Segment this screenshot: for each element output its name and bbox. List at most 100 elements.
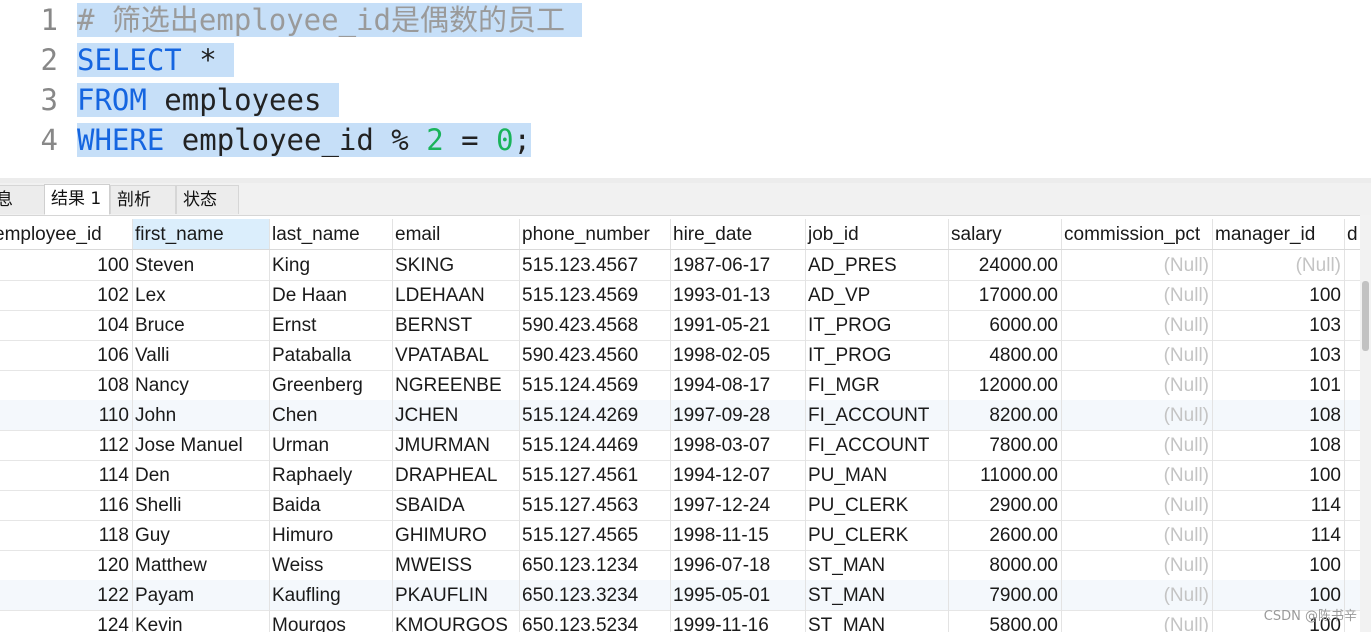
- result-grid[interactable]: employee_id first_name last_name email phone…: [0, 219, 1360, 632]
- table-cell-email[interactable]: MWEISS: [393, 550, 520, 580]
- table-cell-employee-id[interactable]: 124: [0, 610, 133, 632]
- table-row[interactable]: 104 Bruce Ernst BERNST 590.423.4568 1991-05-2…: [0, 310, 1360, 341]
- table-row[interactable]: 116 Shelli Baida SBAIDA 515.127.4563 1997-12-…: [0, 490, 1360, 521]
- table-cell-d[interactable]: [1345, 400, 1360, 430]
- table-cell-employee-id[interactable]: 110: [0, 400, 133, 430]
- table-cell-manager-id[interactable]: 108: [1213, 400, 1345, 430]
- table-cell-phone-number[interactable]: 515.124.4469: [520, 430, 671, 460]
- table-cell-phone-number[interactable]: 650.123.1234: [520, 550, 671, 580]
- table-row[interactable]: 122 Payam Kaufling PKAUFLIN 650.123.3234 1995…: [0, 580, 1360, 611]
- table-cell-last-name[interactable]: King: [270, 250, 393, 280]
- table-cell-last-name[interactable]: Urman: [270, 430, 393, 460]
- table-cell-job-id[interactable]: AD_PRES: [806, 250, 949, 280]
- table-row[interactable]: 102 Lex De Haan LDEHAAN 515.123.4569 1993-01-…: [0, 280, 1360, 311]
- table-cell-employee-id[interactable]: 102: [0, 280, 133, 310]
- column-header-employee-id[interactable]: employee_id: [0, 219, 133, 249]
- table-cell-job-id[interactable]: IT_PROG: [806, 340, 949, 370]
- table-cell-commission-pct[interactable]: (Null): [1062, 580, 1213, 610]
- table-cell-job-id[interactable]: FI_MGR: [806, 370, 949, 400]
- table-cell-employee-id[interactable]: 120: [0, 550, 133, 580]
- table-cell-email[interactable]: DRAPHEAL: [393, 460, 520, 490]
- table-cell-phone-number[interactable]: 590.423.4568: [520, 310, 671, 340]
- table-cell-commission-pct[interactable]: (Null): [1062, 400, 1213, 430]
- column-header-commission-pct[interactable]: commission_pct: [1062, 219, 1213, 249]
- table-cell-job-id[interactable]: ST_MAN: [806, 580, 949, 610]
- table-cell-manager-id[interactable]: 103: [1213, 340, 1345, 370]
- table-cell-d[interactable]: [1345, 340, 1360, 370]
- code-text[interactable]: WHERE employee_id % 2 = 0;: [77, 120, 532, 160]
- table-cell-job-id[interactable]: PU_CLERK: [806, 490, 949, 520]
- tab-status[interactable]: 状态: [176, 185, 239, 214]
- table-cell-manager-id[interactable]: 114: [1213, 490, 1345, 520]
- code-text[interactable]: SELECT *: [77, 40, 235, 80]
- table-row[interactable]: 114 Den Raphaely DRAPHEAL 515.127.4561 1994-1…: [0, 460, 1360, 491]
- table-cell-salary[interactable]: 2600.00: [949, 520, 1062, 550]
- table-cell-d[interactable]: [1345, 370, 1360, 400]
- table-cell-job-id[interactable]: IT_PROG: [806, 310, 949, 340]
- table-cell-last-name[interactable]: Ernst: [270, 310, 393, 340]
- column-header-email[interactable]: email: [393, 219, 520, 249]
- column-header-salary[interactable]: salary: [949, 219, 1062, 249]
- table-cell-employee-id[interactable]: 100: [0, 250, 133, 280]
- code-line[interactable]: 3 FROM employees: [0, 80, 1371, 120]
- table-cell-manager-id[interactable]: 100: [1213, 460, 1345, 490]
- table-cell-email[interactable]: BERNST: [393, 310, 520, 340]
- tab-result-1[interactable]: 结果 1: [44, 184, 110, 215]
- table-cell-email[interactable]: JCHEN: [393, 400, 520, 430]
- table-cell-first-name[interactable]: John: [133, 400, 270, 430]
- table-cell-employee-id[interactable]: 108: [0, 370, 133, 400]
- column-header-phone-number[interactable]: phone_number: [520, 219, 671, 249]
- table-cell-last-name[interactable]: Pataballa: [270, 340, 393, 370]
- scrollbar-thumb[interactable]: [1362, 281, 1369, 351]
- table-cell-hire-date[interactable]: 1995-05-01: [671, 580, 806, 610]
- table-cell-employee-id[interactable]: 118: [0, 520, 133, 550]
- table-cell-commission-pct[interactable]: (Null): [1062, 340, 1213, 370]
- table-cell-phone-number[interactable]: 515.124.4569: [520, 370, 671, 400]
- table-cell-last-name[interactable]: Greenberg: [270, 370, 393, 400]
- table-cell-manager-id[interactable]: 100: [1213, 550, 1345, 580]
- table-cell-email[interactable]: GHIMURO: [393, 520, 520, 550]
- table-cell-first-name[interactable]: Den: [133, 460, 270, 490]
- table-cell-salary[interactable]: 8000.00: [949, 550, 1062, 580]
- table-cell-hire-date[interactable]: 1999-11-16: [671, 610, 806, 632]
- table-cell-first-name[interactable]: Matthew: [133, 550, 270, 580]
- table-cell-salary[interactable]: 24000.00: [949, 250, 1062, 280]
- table-cell-hire-date[interactable]: 1998-02-05: [671, 340, 806, 370]
- table-cell-salary[interactable]: 5800.00: [949, 610, 1062, 632]
- table-cell-salary[interactable]: 12000.00: [949, 370, 1062, 400]
- table-cell-manager-id[interactable]: 101: [1213, 370, 1345, 400]
- table-cell-d[interactable]: [1345, 490, 1360, 520]
- table-cell-phone-number[interactable]: 590.423.4560: [520, 340, 671, 370]
- table-cell-commission-pct[interactable]: (Null): [1062, 370, 1213, 400]
- table-cell-first-name[interactable]: Shelli: [133, 490, 270, 520]
- table-cell-hire-date[interactable]: 1993-01-13: [671, 280, 806, 310]
- table-cell-commission-pct[interactable]: (Null): [1062, 430, 1213, 460]
- table-cell-email[interactable]: SKING: [393, 250, 520, 280]
- table-cell-job-id[interactable]: FI_ACCOUNT: [806, 400, 949, 430]
- table-cell-phone-number[interactable]: 515.127.4563: [520, 490, 671, 520]
- sql-editor[interactable]: 1 # 筛选出employee_id是偶数的员工 2 SELECT * 3 FROM …: [0, 0, 1371, 178]
- table-row[interactable]: 124 Kevin Mourgos KMOURGOS 650.123.5234 1999-…: [0, 610, 1360, 632]
- table-cell-last-name[interactable]: Baida: [270, 490, 393, 520]
- table-cell-commission-pct[interactable]: (Null): [1062, 280, 1213, 310]
- table-cell-phone-number[interactable]: 515.123.4569: [520, 280, 671, 310]
- table-cell-commission-pct[interactable]: (Null): [1062, 520, 1213, 550]
- table-cell-email[interactable]: JMURMAN: [393, 430, 520, 460]
- table-cell-email[interactable]: LDEHAAN: [393, 280, 520, 310]
- table-cell-manager-id[interactable]: 114: [1213, 520, 1345, 550]
- table-cell-d[interactable]: [1345, 520, 1360, 550]
- table-cell-email[interactable]: SBAIDA: [393, 490, 520, 520]
- table-row[interactable]: 110 John Chen JCHEN 515.124.4269 1997-09-28 FI…: [0, 400, 1360, 431]
- table-cell-job-id[interactable]: PU_MAN: [806, 460, 949, 490]
- table-cell-hire-date[interactable]: 1998-11-15: [671, 520, 806, 550]
- table-cell-email[interactable]: VPATABAL: [393, 340, 520, 370]
- table-row[interactable]: 106 Valli Pataballa VPATABAL 590.423.4560 199…: [0, 340, 1360, 371]
- table-cell-hire-date[interactable]: 1987-06-17: [671, 250, 806, 280]
- table-cell-first-name[interactable]: Bruce: [133, 310, 270, 340]
- table-cell-last-name[interactable]: Kaufling: [270, 580, 393, 610]
- table-cell-salary[interactable]: 11000.00: [949, 460, 1062, 490]
- table-cell-email[interactable]: PKAUFLIN: [393, 580, 520, 610]
- table-cell-employee-id[interactable]: 122: [0, 580, 133, 610]
- tab-info[interactable]: 信息: [0, 185, 46, 214]
- table-row[interactable]: 108 Nancy Greenberg NGREENBE 515.124.4569 199…: [0, 370, 1360, 401]
